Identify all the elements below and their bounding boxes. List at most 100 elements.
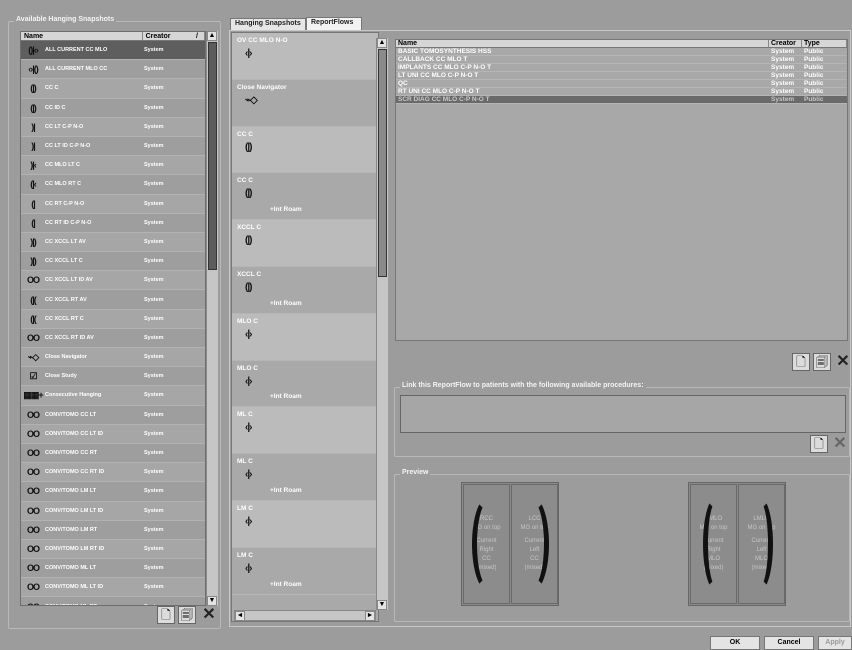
snapshot-row[interactable]: OO CONV/TOMO LM LT ID System xyxy=(21,502,205,521)
rf-col-name[interactable]: Name xyxy=(396,40,769,47)
delete-snapshot-button[interactable]: ✕ xyxy=(200,606,218,624)
snapshot-row[interactable]: ☑ Close Study System xyxy=(21,367,205,387)
snapshot-icon: ‹›|() xyxy=(28,64,39,75)
procedures-box[interactable] xyxy=(400,395,846,433)
cancel-button[interactable]: Cancel xyxy=(764,636,814,650)
rf-col-creator[interactable]: Creator xyxy=(769,40,802,47)
reportflow-row[interactable]: LT UNI CC MLO C-P N-O T System Public xyxy=(396,72,847,80)
flow-step[interactable]: MLO C ‹|› xyxy=(232,313,378,361)
new-reportflow-button[interactable]: 🗋 xyxy=(792,353,810,371)
reportflow-row[interactable]: SCR DIAG CC MLO C-P N-O T System Public xyxy=(396,96,847,104)
snapshot-row[interactable]: ⌁◇ Close Navigator System xyxy=(21,348,205,368)
flow-step[interactable]: CC C (|) +Int Roam xyxy=(232,173,378,221)
scroll-thumb[interactable] xyxy=(208,42,217,270)
snapshot-name: ALL CURRENT CC MLO xyxy=(45,47,108,54)
col-name-header[interactable]: Name xyxy=(21,32,143,40)
rf-col-type[interactable]: Type xyxy=(802,40,847,47)
scroll-down-icon[interactable]: ▼ xyxy=(207,596,217,606)
snapshot-row[interactable]: OO CONV/TOMO LM RT System xyxy=(21,520,205,540)
flow-step-label: XCCL C xyxy=(237,224,262,232)
ok-button[interactable]: OK xyxy=(710,636,760,650)
snapshot-name: CC XCCL RT AV xyxy=(45,296,87,303)
flow-step[interactable]: OV CC MLO N-O ‹|› xyxy=(232,33,378,80)
flow-scroll-left-icon[interactable]: ◄ xyxy=(235,611,245,621)
flow-step[interactable]: XCCL C (|) +Int Roam xyxy=(232,267,378,314)
flow-step[interactable]: Close Navigator ⌁◇ xyxy=(232,80,378,127)
snapshot-row[interactable]: OO CONV/TOMO CC LT System xyxy=(21,405,205,425)
snapshot-row[interactable]: OO CONV/TOMO ML LT System xyxy=(21,559,205,579)
reportflow-row[interactable]: QC System Public xyxy=(396,80,847,88)
flow-step[interactable]: ML C ‹|› xyxy=(232,407,378,455)
flow-step-label: OV CC MLO N-O xyxy=(237,37,288,44)
flow-scroll-up-icon[interactable]: ▲ xyxy=(377,38,387,48)
flow-steps-list: OV CC MLO N-O ‹|› Close Navigator ⌁◇ CC C (|)… xyxy=(231,32,379,622)
tab-hanging-snapshots[interactable]: Hanging Snapshots xyxy=(230,18,306,30)
flow-step-icon: (|) xyxy=(245,235,252,247)
flow-hscrollbar[interactable]: ◄ ► xyxy=(234,610,376,621)
snapshot-row[interactable]: )| CC LT ID C-P N-O System xyxy=(21,136,205,157)
snapshot-row[interactable]: (|(CC XCCL RT AV System xyxy=(21,290,205,310)
snapshot-icon: OO xyxy=(26,543,40,554)
snapshot-row[interactable]: OO CC XCCL RT ID AV System xyxy=(21,328,205,348)
snapshot-row[interactable]: )|) CC XCCL LT C System xyxy=(21,252,205,272)
flow-step[interactable]: LM C ‹|› xyxy=(232,500,378,548)
snapshot-row[interactable]: )|) CC XCCL LT AV System xyxy=(21,233,205,253)
rf-type: Public xyxy=(804,96,824,103)
flow-step-icon: (|) xyxy=(245,188,252,200)
snapshot-row[interactable]: OO CONV/TOMO LM RT ID System xyxy=(21,540,205,560)
snapshot-row[interactable]: ()|‹› ALL CURRENT CC MLO System xyxy=(21,41,205,61)
snapshot-name: CC XCCL LT C xyxy=(45,258,83,265)
snapshot-row[interactable]: OO CONV/TOMO LM LT System xyxy=(21,482,205,502)
flow-step[interactable]: LM C ‹|› +Int Roam xyxy=(232,548,378,595)
snapshot-name: CONV/TOMO ML RT xyxy=(45,604,144,605)
scroll-up-icon[interactable]: ▲ xyxy=(207,31,217,41)
snapshot-row[interactable]: )| CC LT C-P N-O System xyxy=(21,118,205,137)
snapshots-scrollbar[interactable]: ▲ ▼ xyxy=(206,31,218,606)
flow-step[interactable]: XCCL C (|) xyxy=(232,220,378,267)
col-creator-header[interactable]: Creator / xyxy=(143,32,205,40)
flow-step[interactable]: MLO C ‹|› +Int Roam xyxy=(232,361,378,408)
snapshot-row[interactable]: OOCONV/TOMO ML RTSystem xyxy=(21,597,205,605)
remove-procedure-button[interactable]: ✕ xyxy=(831,435,849,453)
reportflow-row[interactable]: CALLBACK CC MLO T System Public xyxy=(396,56,847,64)
apply-button[interactable]: Apply xyxy=(818,636,852,650)
flow-steps-scrollbar[interactable]: ▲ ▼ xyxy=(376,38,388,610)
preview-cell-lcc: LCC MG on top Current Left CC (mixed) xyxy=(511,484,558,604)
tab-reportflows[interactable]: ReportFlows xyxy=(306,17,362,30)
rf-name: CALLBACK CC MLO T xyxy=(398,56,468,63)
add-procedure-button[interactable]: 🗋 xyxy=(810,435,828,453)
new-snapshot-button[interactable]: 🗋 xyxy=(157,606,175,624)
copy-snapshot-button[interactable]: 🗐 xyxy=(178,606,196,624)
snapshot-row[interactable]: (|) CC ID C System xyxy=(21,98,205,118)
delete-reportflow-button[interactable]: ✕ xyxy=(834,353,852,371)
rf-type: Public xyxy=(804,80,824,87)
flow-scroll-right-icon[interactable]: ► xyxy=(365,611,375,621)
snapshot-name: ALL CURRENT MLO CC xyxy=(45,66,108,73)
flow-step-icon: ‹|› xyxy=(245,328,252,340)
snapshot-row[interactable]: OO CONV/TOMO CC RT ID System xyxy=(21,463,205,483)
reportflow-row[interactable]: BASIC TOMOSYNTHESIS HSS System Public xyxy=(396,48,847,56)
reportflow-row[interactable]: IMPLANTS CC MLO C-P N-O T System Public xyxy=(396,64,847,72)
snapshot-row[interactable]: (| CC RT C-P N-O System xyxy=(21,195,205,214)
snapshot-row[interactable]: OO CONV/TOMO CC RT System xyxy=(21,443,205,464)
flow-scroll-thumb[interactable] xyxy=(378,49,387,277)
snapshot-row[interactable]: (|(CC XCCL RT C System xyxy=(21,310,205,329)
flow-scroll-down-icon[interactable]: ▼ xyxy=(377,600,387,610)
snapshot-row[interactable]: ‹›|() ALL CURRENT MLO CC System xyxy=(21,60,205,80)
snapshot-name: CC RT ID C-P N-O xyxy=(45,219,92,226)
flow-step[interactable]: CC C (|) xyxy=(232,126,378,174)
snapshot-creator: System xyxy=(144,488,164,495)
snapshot-row[interactable]: ▦▦+ Consecutive Hanging System xyxy=(21,386,205,406)
copy-reportflow-button[interactable]: 🗐 xyxy=(813,353,831,371)
flow-step-label: CC C xyxy=(237,130,253,138)
snapshot-row[interactable]: OO CONV/TOMO CC LT ID System xyxy=(21,425,205,444)
snapshot-row[interactable]: OO CC XCCL LT ID AV System xyxy=(21,271,205,291)
snapshot-row[interactable]: (| CC RT ID C-P N-O System xyxy=(21,213,205,233)
snapshot-row[interactable]: OO CONV/TOMO ML LT ID System xyxy=(21,578,205,598)
reportflow-row[interactable]: RT UNI CC MLO C-P N-O T System Public xyxy=(396,88,847,96)
snapshot-row[interactable]: (|) CC C System xyxy=(21,79,205,99)
snapshot-row[interactable]: (|‹ CC MLO RT C System xyxy=(21,175,205,195)
snapshot-creator: System xyxy=(144,507,164,514)
snapshot-row[interactable]: )|‹ CC MLO LT C System xyxy=(21,156,205,176)
flow-step[interactable]: ML C ‹|› +Int Roam xyxy=(232,454,378,501)
